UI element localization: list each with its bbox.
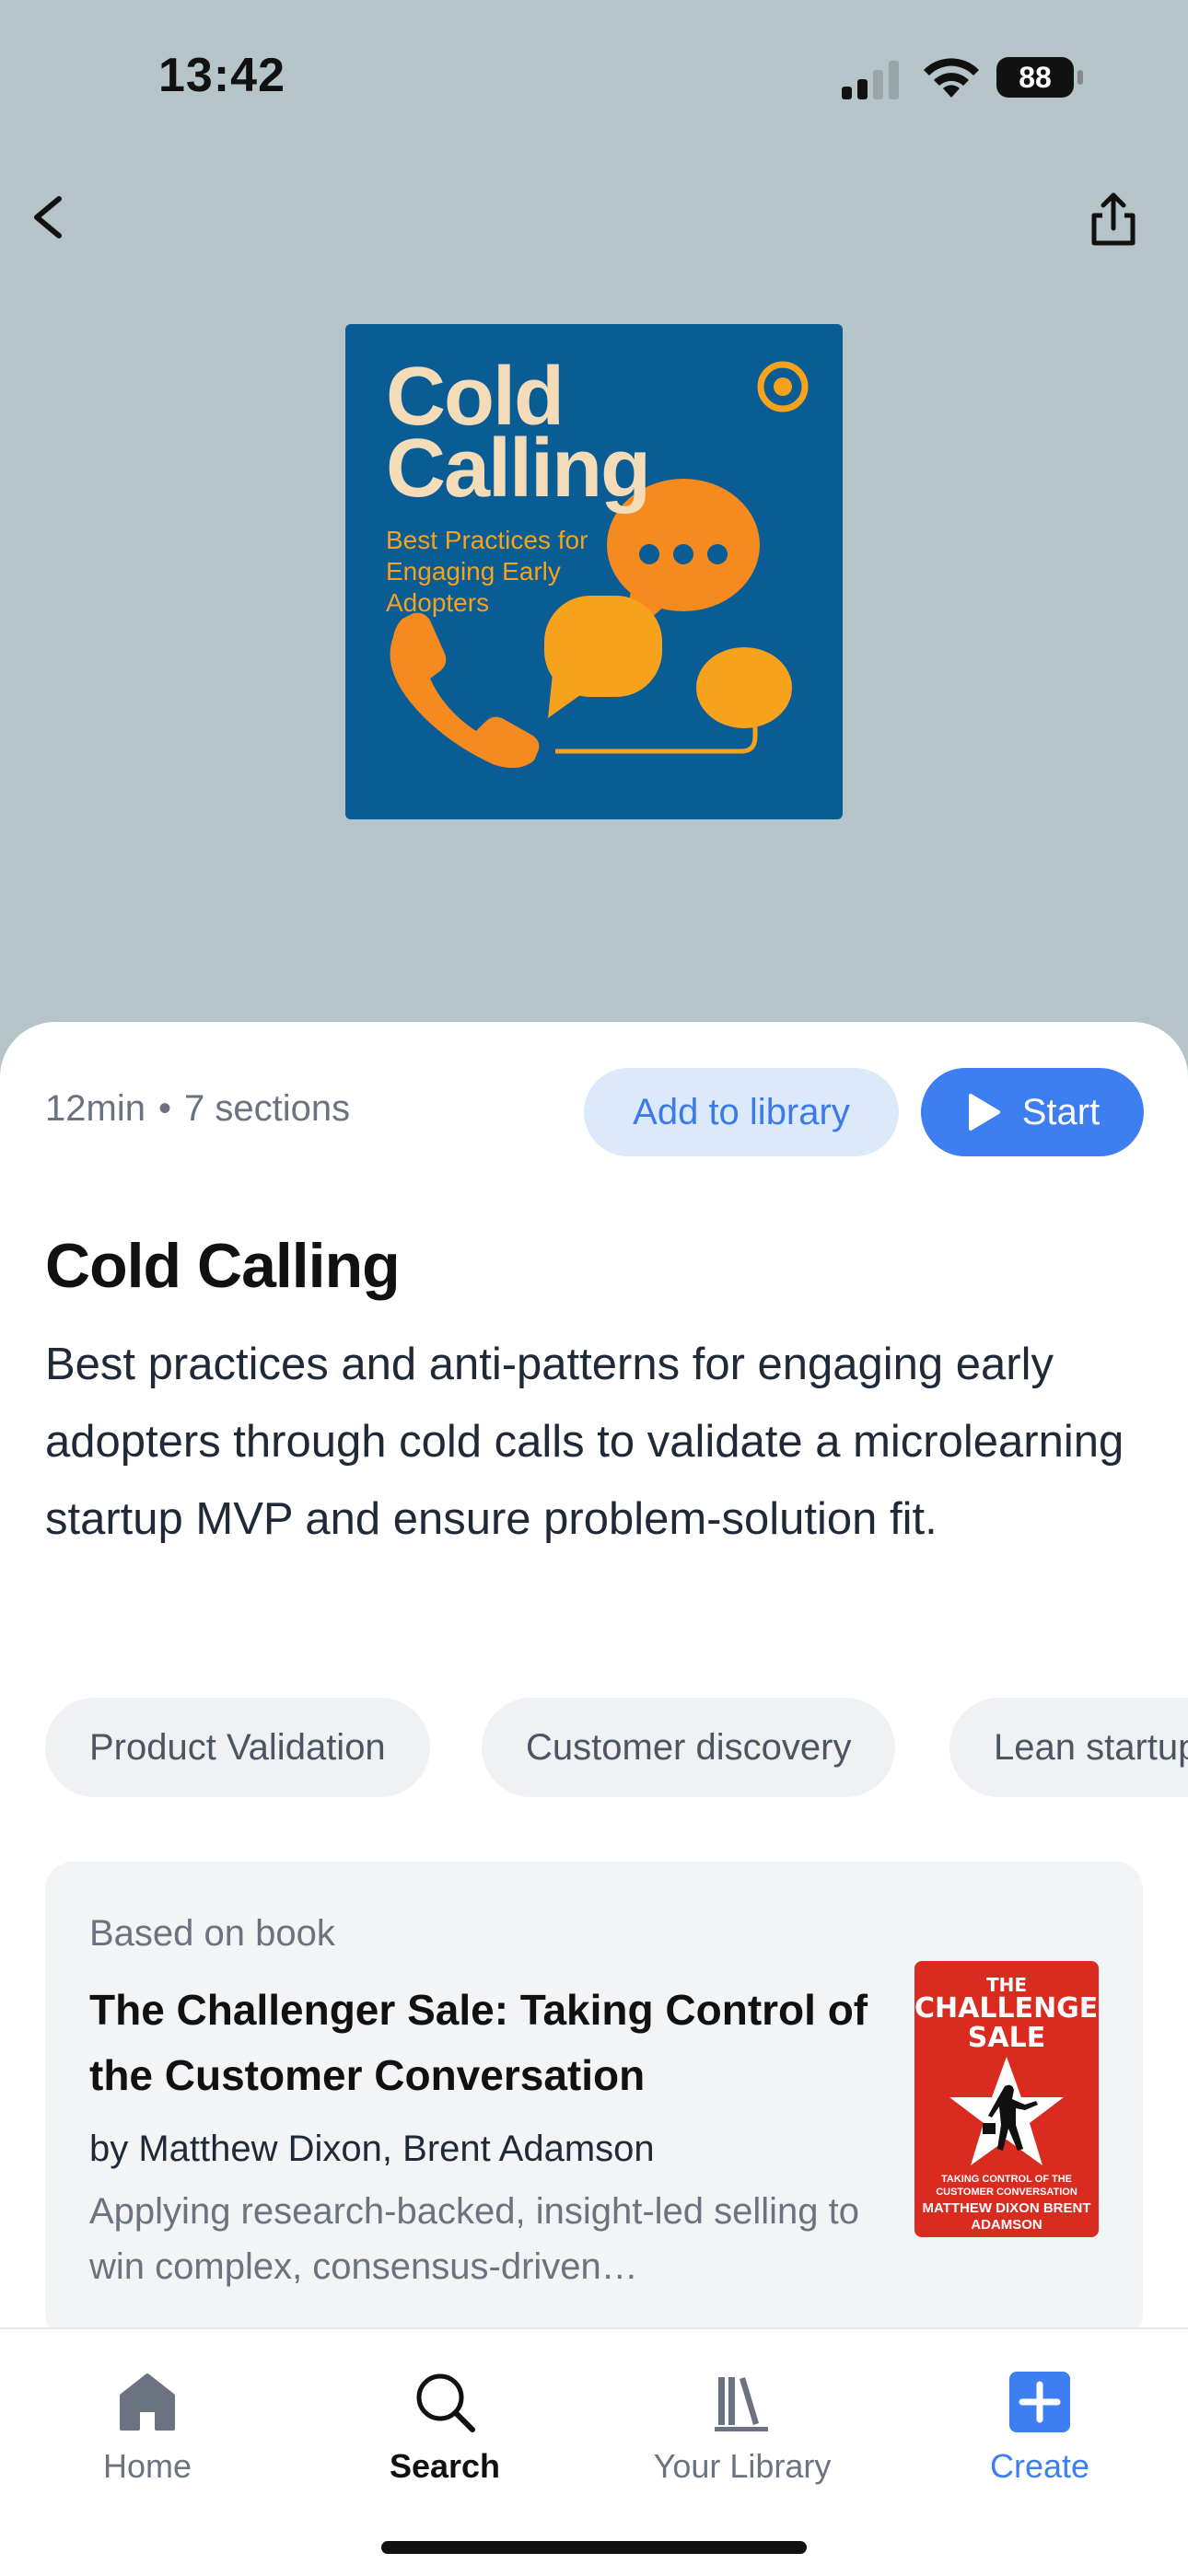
chevron-left-icon [34, 196, 62, 238]
play-icon [968, 1094, 1000, 1131]
cover-title: Cold Calling [386, 351, 651, 515]
status-bar: 13:42 88 [0, 0, 1188, 157]
book-summary: Applying research-backed, insight-led se… [89, 2191, 860, 2287]
course-cover: Cold Calling Best Practices for Engaging… [345, 324, 843, 819]
tag-customer-discovery[interactable]: Customer discovery [482, 1698, 896, 1797]
meta-separator: • [157, 1088, 171, 1129]
section-count: 7 sections [183, 1088, 351, 1129]
tab-search-label: Search [389, 2447, 501, 2485]
tab-search[interactable]: Search [334, 2370, 555, 2508]
cellular-signal-icon [842, 61, 899, 99]
battery-icon: 88 [996, 57, 1085, 101]
library-icon [715, 2377, 768, 2431]
book-card[interactable]: Based on book The Challenger Sale: Takin… [45, 1862, 1143, 2340]
back-button[interactable] [20, 180, 85, 254]
tab-home-label: Home [102, 2447, 192, 2485]
book-cover: THE CHALLENGER SALE TAKING CONTROL OF TH… [914, 1961, 1099, 2237]
start-label: Start [1021, 1091, 1101, 1132]
course-meta: 12min • 7 sections [45, 1088, 350, 1130]
share-icon [1091, 192, 1136, 246]
tab-bar: Home Search Your Library Create [0, 2327, 1188, 2576]
status-time: 13:42 [158, 49, 285, 102]
share-button[interactable] [1079, 182, 1147, 256]
tab-library-label: Your Library [653, 2447, 832, 2485]
home-indicator [381, 2541, 807, 2554]
tab-your-library[interactable]: Your Library [632, 2370, 853, 2508]
home-icon [120, 2373, 175, 2431]
start-button[interactable]: Start [921, 1068, 1144, 1156]
tag-product-validation[interactable]: Product Validation [45, 1698, 430, 1797]
battery-level: 88 [996, 57, 1074, 98]
cover-subtitle: Best Practices for Engaging Early Adopte… [386, 526, 588, 617]
book-title: The Challenger Sale: Taking Control of t… [89, 1986, 868, 2099]
book-label: Based on book [89, 1913, 335, 1954]
tag-list: Product Validation Customer discovery Le… [45, 1698, 1188, 1797]
add-to-library-button[interactable]: Add to library [584, 1068, 899, 1156]
tab-create-label: Create [989, 2447, 1090, 2485]
course-description: Best practices and anti-patterns for eng… [45, 1340, 1124, 1544]
tab-create[interactable]: Create [929, 2370, 1150, 2508]
duration: 12min [45, 1088, 146, 1129]
tag-lean-startup[interactable]: Lean startup [949, 1698, 1188, 1797]
search-icon [416, 2373, 475, 2432]
tab-home[interactable]: Home [37, 2370, 258, 2508]
plus-square-icon [1009, 2372, 1070, 2432]
star-icon [949, 2057, 1064, 2165]
wifi-icon [924, 58, 979, 98]
page-title: Cold Calling [45, 1231, 401, 1301]
book-authors: by Matthew Dixon, Brent Adamson [89, 2129, 655, 2169]
